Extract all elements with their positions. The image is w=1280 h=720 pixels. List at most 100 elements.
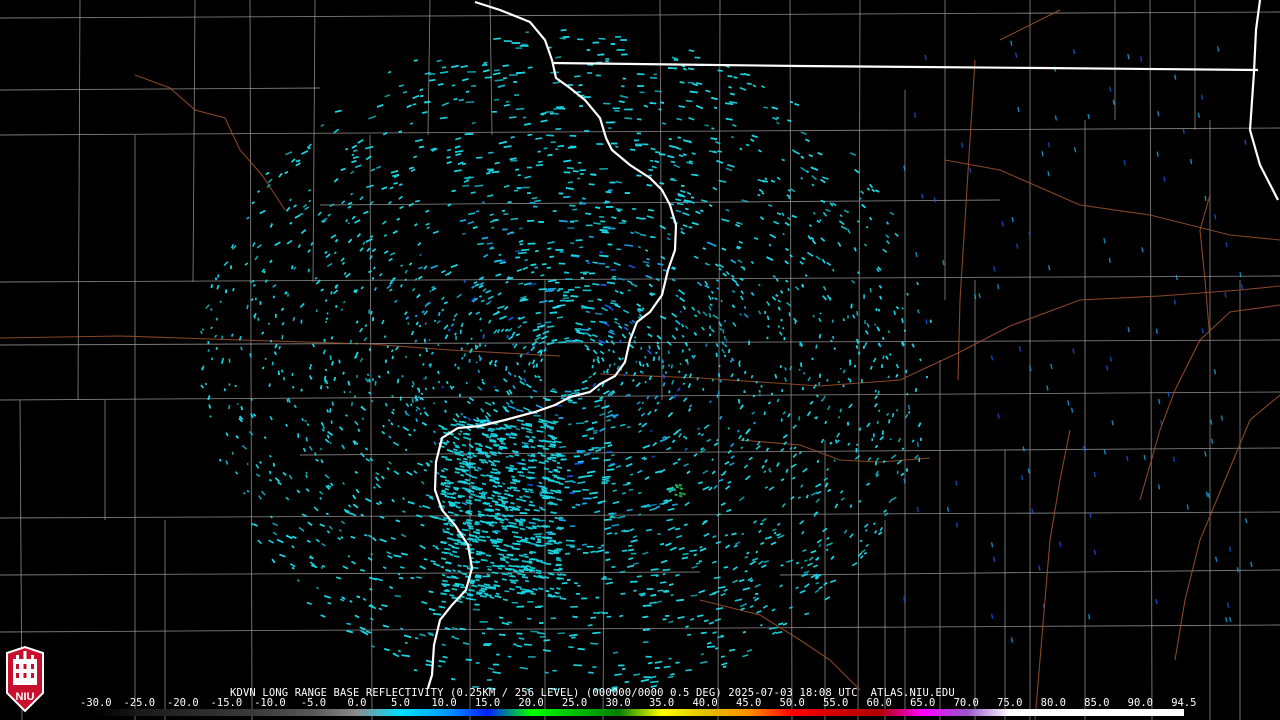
echo-mark [695, 562, 700, 565]
echo-mark [441, 386, 444, 389]
echo-mark [656, 344, 661, 350]
echo-mark [379, 272, 383, 277]
echo-mark [408, 433, 412, 437]
echo-mark [714, 618, 722, 622]
echo-mark [800, 343, 803, 348]
echo-mark [373, 287, 378, 291]
echo-mark [500, 549, 507, 552]
echo-mark [676, 387, 681, 392]
echo-mark [715, 352, 718, 357]
echo-mark [431, 285, 435, 289]
echo-mark [695, 210, 701, 215]
echo-mark [771, 528, 777, 532]
echo-mark [851, 562, 858, 567]
echo-mark [630, 231, 634, 235]
echo-mark [214, 277, 218, 281]
echo-mark [468, 358, 471, 363]
echo-mark [424, 411, 429, 417]
echo-mark [392, 441, 400, 447]
echo-mark [454, 145, 461, 149]
echo-mark [734, 598, 743, 602]
echo-mark [484, 344, 487, 347]
echo-mark [761, 517, 767, 522]
echo-mark [614, 109, 620, 112]
echo-mark [432, 544, 439, 549]
echo-mark [465, 90, 470, 93]
echo-mark [837, 241, 842, 247]
echo-mark [645, 264, 650, 268]
echo-mark [446, 449, 454, 453]
echo-mark [348, 201, 353, 205]
echo-mark [625, 371, 628, 375]
echo-mark [804, 612, 810, 616]
echo-mark [375, 472, 380, 476]
echo-mark [761, 564, 767, 569]
echo-mark [454, 637, 459, 640]
echo-mark [522, 321, 527, 324]
echo-mark [589, 491, 598, 495]
echo-mark [465, 101, 475, 104]
echo-mark [606, 615, 612, 618]
echo-mark [879, 435, 885, 441]
echo-mark [885, 412, 890, 417]
echo-mark [781, 503, 786, 508]
echo-mark [783, 377, 788, 383]
echo-mark [392, 230, 398, 235]
echo-mark [365, 145, 374, 150]
echo-mark [712, 535, 717, 539]
echo-mark [383, 335, 387, 339]
echo-mark [425, 493, 434, 499]
echo-mark [682, 382, 686, 386]
echo-mark [462, 642, 470, 645]
echo-mark [532, 389, 538, 393]
echo-mark [293, 404, 297, 409]
echo-mark [447, 511, 454, 514]
echo-mark [557, 145, 565, 148]
echo-mark [780, 447, 785, 452]
echo-mark [305, 488, 310, 492]
echo-mark [225, 460, 229, 465]
echo-mark [569, 204, 576, 207]
echo-mark [409, 122, 414, 125]
echo-mark [402, 510, 406, 513]
echo-mark [758, 149, 762, 153]
echo-mark [493, 385, 496, 388]
echo-mark [429, 289, 433, 293]
echo-mark [644, 381, 647, 384]
echo-mark [740, 446, 744, 450]
echo-mark [608, 363, 611, 368]
echo-mark [441, 643, 446, 647]
echo-mark [819, 218, 822, 222]
echo-mark [352, 503, 359, 509]
echo-mark [454, 332, 457, 336]
echo-mark [592, 349, 598, 355]
echo-mark [776, 176, 781, 181]
county-line [77, 0, 81, 401]
echo-mark [566, 167, 574, 170]
echo-mark [524, 643, 532, 646]
echo-mark [863, 243, 867, 247]
echo-mark [493, 69, 500, 72]
echo-mark [459, 219, 467, 222]
echo-mark [592, 631, 601, 635]
echo-mark [721, 662, 728, 666]
echo-mark [655, 505, 661, 509]
echo-mark [354, 614, 360, 619]
echo-mark [372, 266, 376, 270]
echo-mark [871, 188, 876, 193]
echo-mark [413, 470, 418, 474]
echo-mark [463, 415, 467, 419]
echo-mark [297, 244, 301, 248]
echo-mark [607, 349, 611, 352]
echo-mark [540, 350, 543, 355]
echo-mark [748, 456, 753, 461]
echo-mark [581, 543, 588, 546]
echo-mark [428, 339, 431, 342]
echo-mark [381, 604, 388, 608]
echo-mark [650, 594, 657, 597]
echo-mark [836, 432, 841, 438]
highway-line [957, 59, 976, 381]
echo-mark [216, 284, 220, 290]
echo-mark [623, 373, 626, 377]
echo-mark [322, 349, 326, 355]
